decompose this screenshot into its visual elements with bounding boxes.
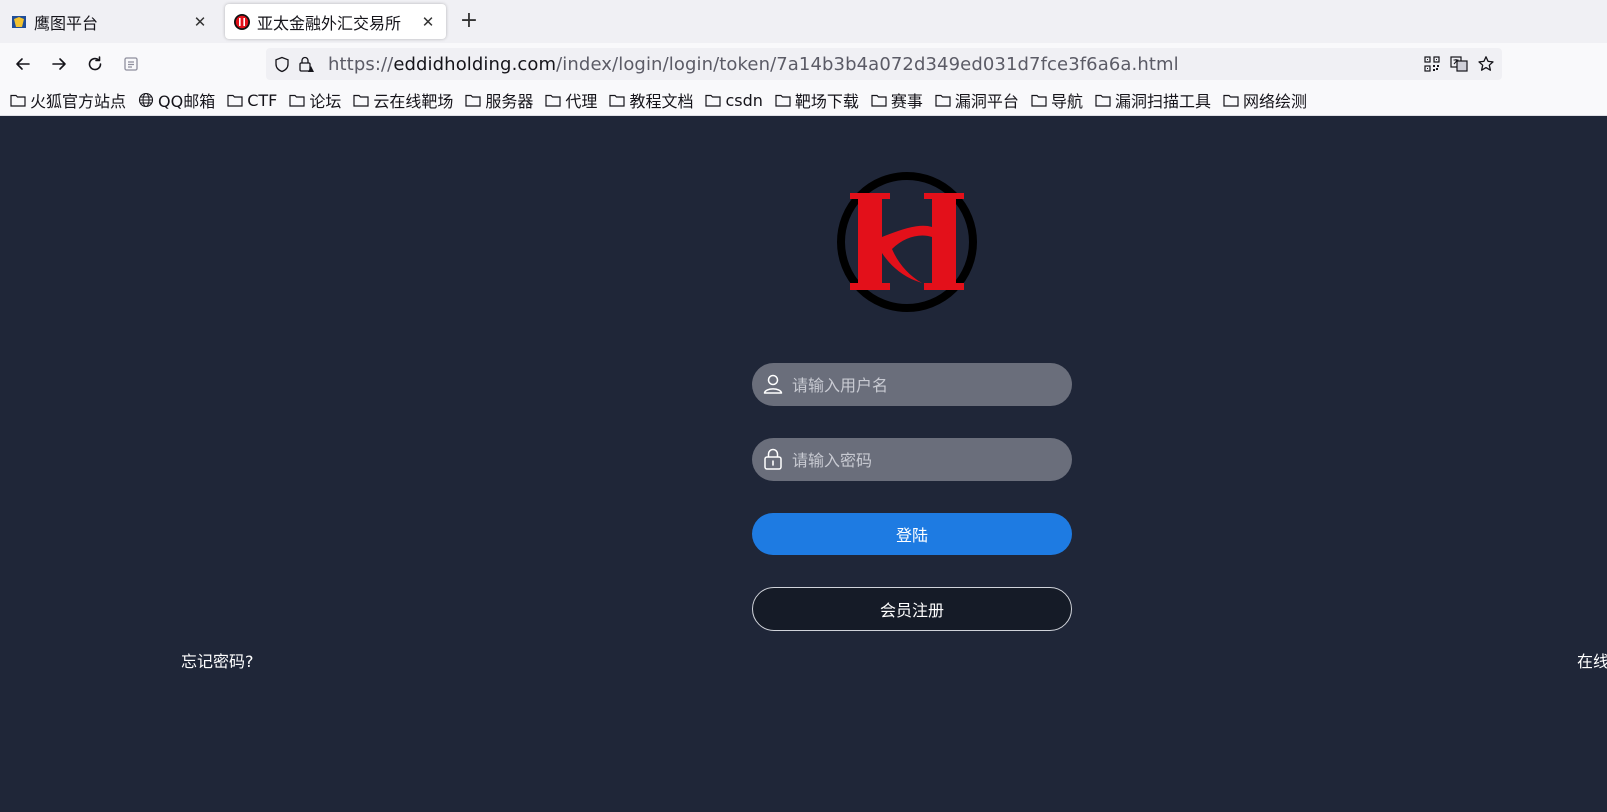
folder-icon — [227, 94, 243, 107]
bookmark-item[interactable]: QQ邮箱 — [138, 88, 215, 112]
lock-warning-icon[interactable] — [296, 54, 316, 74]
bookmark-label: csdn — [725, 90, 763, 110]
bookmark-item[interactable]: 网络绘测 — [1223, 88, 1307, 112]
reload-button[interactable] — [82, 51, 108, 77]
padlock-icon — [764, 448, 782, 470]
reload-icon — [88, 56, 102, 71]
folder-icon — [10, 94, 26, 107]
password-field[interactable] — [752, 438, 1072, 483]
folder-icon — [545, 94, 562, 107]
folder-icon — [353, 94, 369, 107]
register-button[interactable]: 会员注册 — [752, 587, 1072, 631]
folder-icon — [871, 94, 887, 107]
url-host: eddidholding.com — [393, 54, 557, 75]
bookmark-item[interactable]: 代理 — [545, 88, 597, 112]
arrow-left-icon — [16, 58, 30, 70]
bookmark-label: 漏洞平台 — [954, 92, 1019, 111]
bookmark-label: 代理 — [565, 92, 598, 111]
arrow-right-icon — [52, 58, 66, 70]
username-field[interactable] — [752, 363, 1072, 408]
online-service-link[interactable]: 在线 — [1577, 648, 1607, 672]
bookmark-label: 火狐官方站点 — [30, 92, 127, 111]
tab-label: 亚太金融外汇交易所 — [257, 13, 402, 33]
bookmark-label: 漏洞扫描工具 — [1114, 92, 1211, 111]
navigation-bar: https://eddidholding.com/index/login/log… — [0, 43, 1607, 85]
user-icon — [763, 374, 783, 394]
url-path: /index/login/login/token/7a14b3b4a072d34… — [556, 54, 1179, 75]
translate-icon[interactable] — [1449, 54, 1469, 74]
bookmark-item[interactable]: 漏洞平台 — [935, 88, 1019, 112]
globe-icon — [138, 92, 154, 108]
address-bar[interactable]: https://eddidholding.com/index/login/log… — [266, 48, 1502, 80]
shield-icon[interactable] — [272, 54, 292, 74]
tab-label: 鹰图平台 — [34, 13, 99, 33]
folder-icon — [1095, 94, 1111, 107]
page-icon — [124, 57, 138, 71]
bookmark-label: 赛事 — [890, 92, 923, 111]
tab-yingtu[interactable]: 鹰图平台 ✕ — [0, 4, 218, 39]
folder-icon — [775, 94, 791, 107]
bookmark-label: 服务器 — [485, 92, 534, 111]
tab-strip: 鹰图平台 ✕ 亚太金融外汇交易所 ✕ + — [0, 0, 1607, 43]
bookmark-item[interactable]: 漏洞扫描工具 — [1095, 88, 1211, 112]
tab-exchange[interactable]: 亚太金融外汇交易所 ✕ — [225, 4, 446, 39]
folder-icon — [465, 94, 482, 107]
bookmark-item[interactable]: 火狐官方站点 — [10, 88, 126, 112]
bookmark-item[interactable]: CTF — [227, 91, 277, 110]
bookmark-label: 导航 — [1050, 92, 1083, 111]
star-bookmark-icon[interactable] — [1476, 54, 1496, 74]
bookmark-item[interactable]: 靶场下载 — [775, 88, 859, 112]
bookmark-label: 云在线靶场 — [373, 92, 454, 111]
url-text: https://eddidholding.com/index/login/log… — [328, 54, 1179, 75]
username-input[interactable] — [790, 363, 1064, 408]
bookmark-item[interactable]: 教程文档 — [609, 88, 693, 112]
exchange-logo-icon — [837, 172, 977, 312]
forward-button[interactable] — [46, 51, 72, 77]
folder-icon — [1031, 94, 1047, 107]
reader-view-button[interactable] — [118, 51, 144, 77]
close-tab-icon[interactable]: ✕ — [190, 13, 210, 31]
new-tab-button[interactable]: + — [459, 8, 479, 34]
password-input[interactable] — [790, 438, 1064, 483]
bookmark-item[interactable]: 服务器 — [465, 88, 533, 112]
login-page: 登陆 会员注册 忘记密码? 在线 — [0, 116, 1607, 812]
bookmark-label: 网络绘测 — [1242, 92, 1307, 111]
bookmark-item[interactable]: 导航 — [1031, 88, 1083, 112]
bookmark-item[interactable]: 赛事 — [871, 88, 923, 112]
folder-icon — [289, 94, 305, 107]
bookmark-item[interactable]: 云在线靶场 — [353, 88, 453, 112]
bookmark-label: 教程文档 — [629, 92, 694, 111]
yingtu-favicon-icon — [12, 15, 26, 28]
back-button[interactable] — [10, 51, 36, 77]
close-tab-icon[interactable]: ✕ — [418, 13, 438, 31]
qr-code-icon[interactable] — [1422, 54, 1442, 74]
folder-icon — [935, 94, 951, 107]
exchange-favicon-icon — [234, 13, 250, 30]
login-button[interactable]: 登陆 — [752, 513, 1072, 555]
folder-icon — [609, 94, 626, 107]
forgot-password-link[interactable]: 忘记密码? — [181, 648, 254, 672]
bookmark-item[interactable]: csdn — [705, 90, 763, 110]
bookmark-label: QQ邮箱 — [158, 92, 216, 111]
folder-icon — [705, 94, 722, 107]
url-scheme: https:// — [328, 54, 394, 75]
bookmarks-toolbar: 火狐官方站点 QQ邮箱 CTF 论坛 云在线靶场 服务器 代理 教程文档 csd… — [0, 85, 1607, 116]
bookmark-item[interactable]: 论坛 — [289, 88, 341, 112]
folder-icon — [1223, 94, 1239, 107]
bookmark-label: 靶场下载 — [794, 92, 859, 111]
bookmark-label: 论坛 — [309, 92, 342, 111]
bookmark-label: CTF — [247, 90, 278, 110]
